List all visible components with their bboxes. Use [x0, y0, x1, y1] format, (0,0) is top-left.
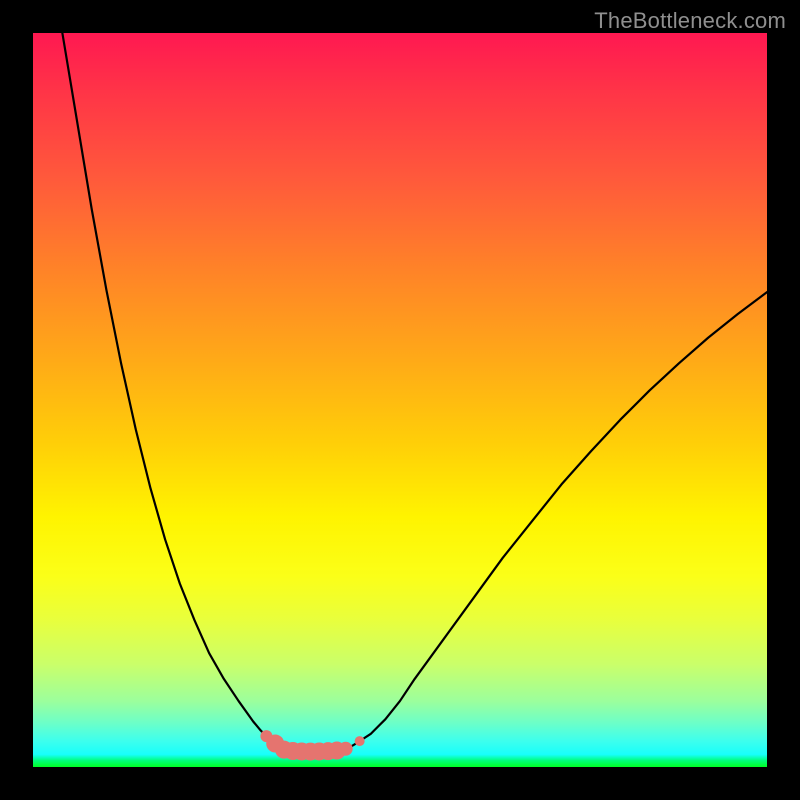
bottleneck-curve [62, 33, 767, 752]
curve-layer [62, 33, 767, 752]
chart-stage: TheBottleneck.com [0, 0, 800, 800]
valley-marker [355, 736, 365, 746]
marker-layer [260, 730, 364, 760]
chart-svg [33, 33, 767, 767]
plot-area [33, 33, 767, 767]
watermark-text: TheBottleneck.com [594, 8, 786, 34]
valley-marker [339, 742, 353, 756]
